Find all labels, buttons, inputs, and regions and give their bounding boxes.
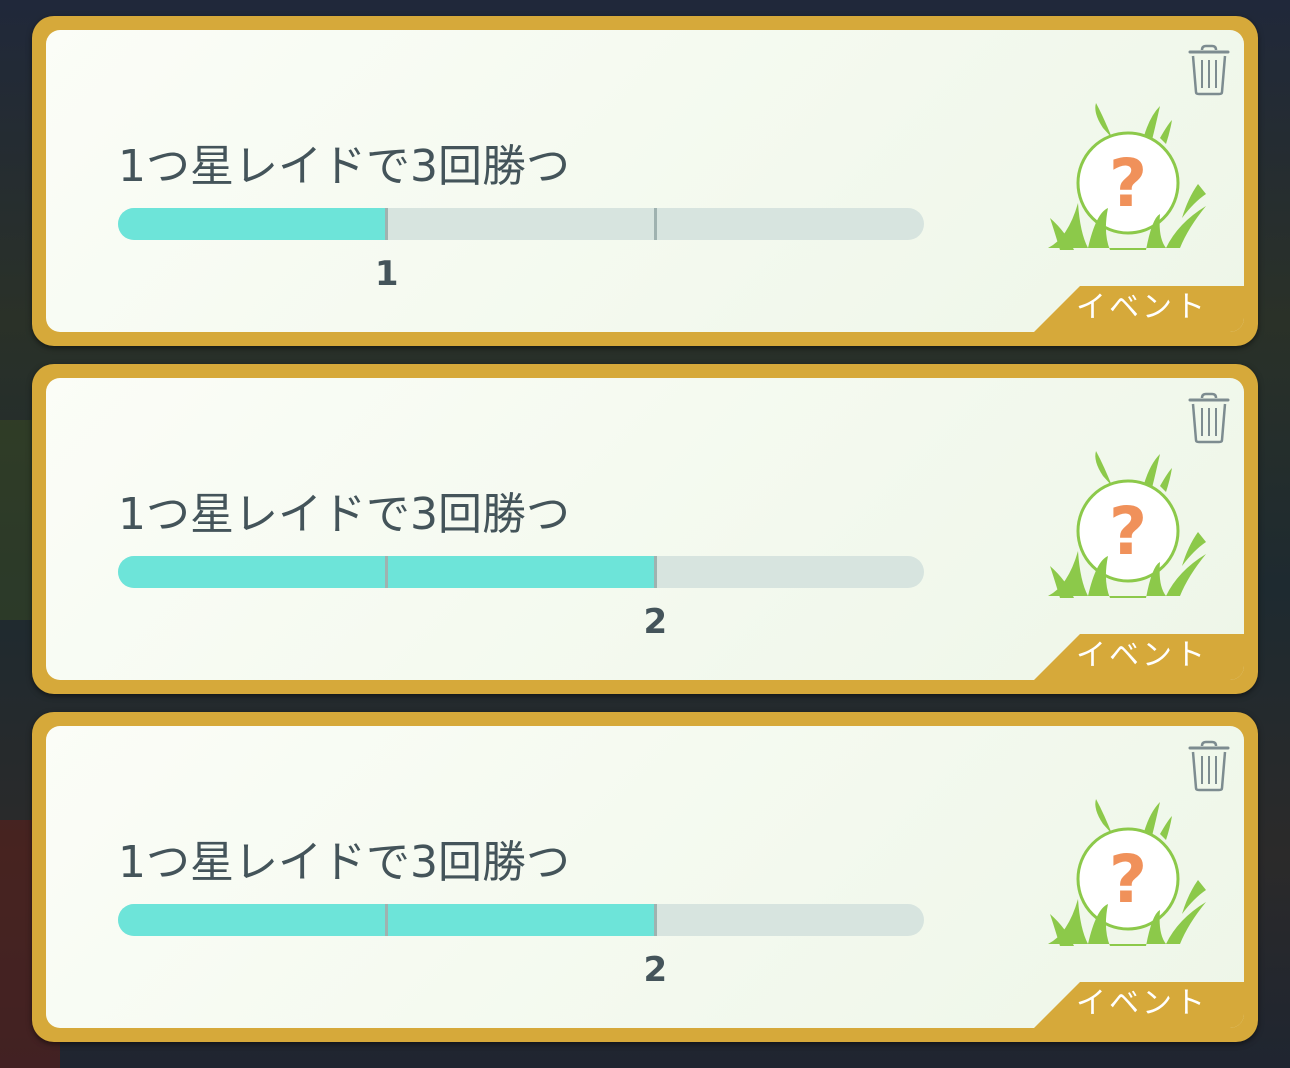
progress-value: 1 [374, 254, 399, 294]
quest-title: 1つ星レイドで3回勝つ [118, 837, 570, 888]
svg-text:?: ? [1109, 841, 1147, 918]
quest-title: 1つ星レイドで3回勝つ [118, 489, 570, 540]
progress-tick [653, 556, 657, 588]
svg-text:?: ? [1109, 493, 1147, 570]
trash-icon[interactable] [1188, 740, 1230, 792]
progress-value: 2 [643, 950, 668, 990]
event-tag: イベント [1034, 286, 1244, 332]
event-tag-label: イベント [1076, 290, 1208, 325]
progress-tick [653, 208, 657, 240]
mystery-encounter-icon: ? [1048, 451, 1206, 598]
svg-text:?: ? [1109, 145, 1147, 222]
quest-title: 1つ星レイドで3回勝つ [118, 141, 570, 192]
progress-tick [653, 904, 657, 936]
event-tag-label: イベント [1076, 638, 1208, 673]
mystery-encounter-icon: ? [1048, 799, 1206, 946]
quest-card[interactable]: 1つ星レイドで3回勝つ 2 ? イベント [32, 712, 1258, 1042]
progress-tick [385, 556, 389, 588]
trash-icon[interactable] [1188, 392, 1230, 444]
quest-card-body: 1つ星レイドで3回勝つ 1 ? イベント [46, 30, 1244, 332]
progress-fill [118, 208, 387, 240]
event-tag: イベント [1034, 634, 1244, 680]
mystery-encounter-icon: ? [1048, 103, 1206, 250]
progress-bar [118, 208, 924, 240]
event-tag-label: イベント [1076, 986, 1208, 1021]
progress-bar [118, 904, 924, 936]
progress-tick [385, 208, 389, 240]
quest-card[interactable]: 1つ星レイドで3回勝つ 1 ? イベント [32, 16, 1258, 346]
quest-card-body: 1つ星レイドで3回勝つ 2 ? イベント [46, 378, 1244, 680]
progress-tick [385, 904, 389, 936]
event-tag: イベント [1034, 982, 1244, 1028]
progress-bar [118, 556, 924, 588]
quest-card-body: 1つ星レイドで3回勝つ 2 ? イベント [46, 726, 1244, 1028]
quest-card[interactable]: 1つ星レイドで3回勝つ 2 ? イベント [32, 364, 1258, 694]
trash-icon[interactable] [1188, 44, 1230, 96]
progress-value: 2 [643, 602, 668, 642]
